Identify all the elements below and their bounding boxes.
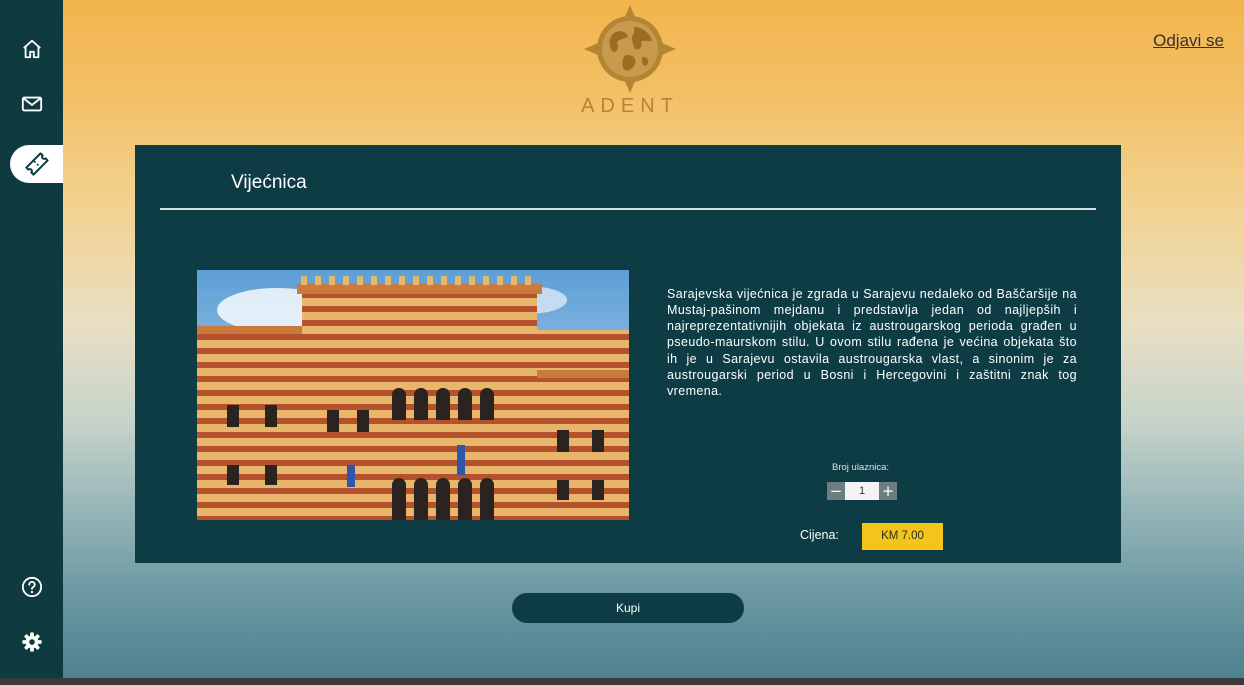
price-value: KM 7.00 — [862, 523, 943, 550]
quantity-field[interactable]: 1 — [845, 482, 879, 500]
compass-globe-icon — [584, 5, 676, 93]
sidebar-item-settings[interactable] — [0, 622, 63, 662]
ticket-count-label: Broj ulaznica: — [832, 462, 890, 473]
increment-button[interactable]: + — [879, 482, 897, 500]
sidebar-item-messages[interactable] — [0, 84, 63, 124]
logo-text: ADENT — [581, 95, 679, 117]
home-icon — [22, 39, 41, 59]
sidebar — [0, 0, 63, 678]
sidebar-item-home[interactable] — [0, 29, 63, 69]
window-bottom-edge — [0, 678, 1244, 685]
settings-icon — [21, 632, 42, 652]
decrement-button[interactable]: − — [827, 482, 845, 500]
mail-icon — [21, 96, 42, 112]
sidebar-item-tickets[interactable] — [10, 145, 63, 183]
buy-button[interactable]: Kupi — [512, 593, 744, 623]
logout-link[interactable]: Odjavi se — [1153, 31, 1224, 51]
attraction-title: Vijećnica — [231, 172, 307, 193]
title-divider — [160, 208, 1096, 210]
attraction-card: Vijećnica Sarajevska vijećnica je zgrada… — [135, 145, 1121, 563]
app-logo: ADENT — [575, 5, 685, 120]
attraction-description: Sarajevska vijećnica je zgrada u Sarajev… — [667, 286, 1077, 399]
price-label: Cijena: — [800, 528, 839, 542]
ticket-icon — [24, 152, 49, 176]
ticket-quantity-stepper: − 1 + — [827, 482, 915, 500]
help-icon — [21, 576, 42, 598]
attraction-photo — [197, 270, 629, 520]
sidebar-item-help[interactable] — [0, 567, 63, 607]
